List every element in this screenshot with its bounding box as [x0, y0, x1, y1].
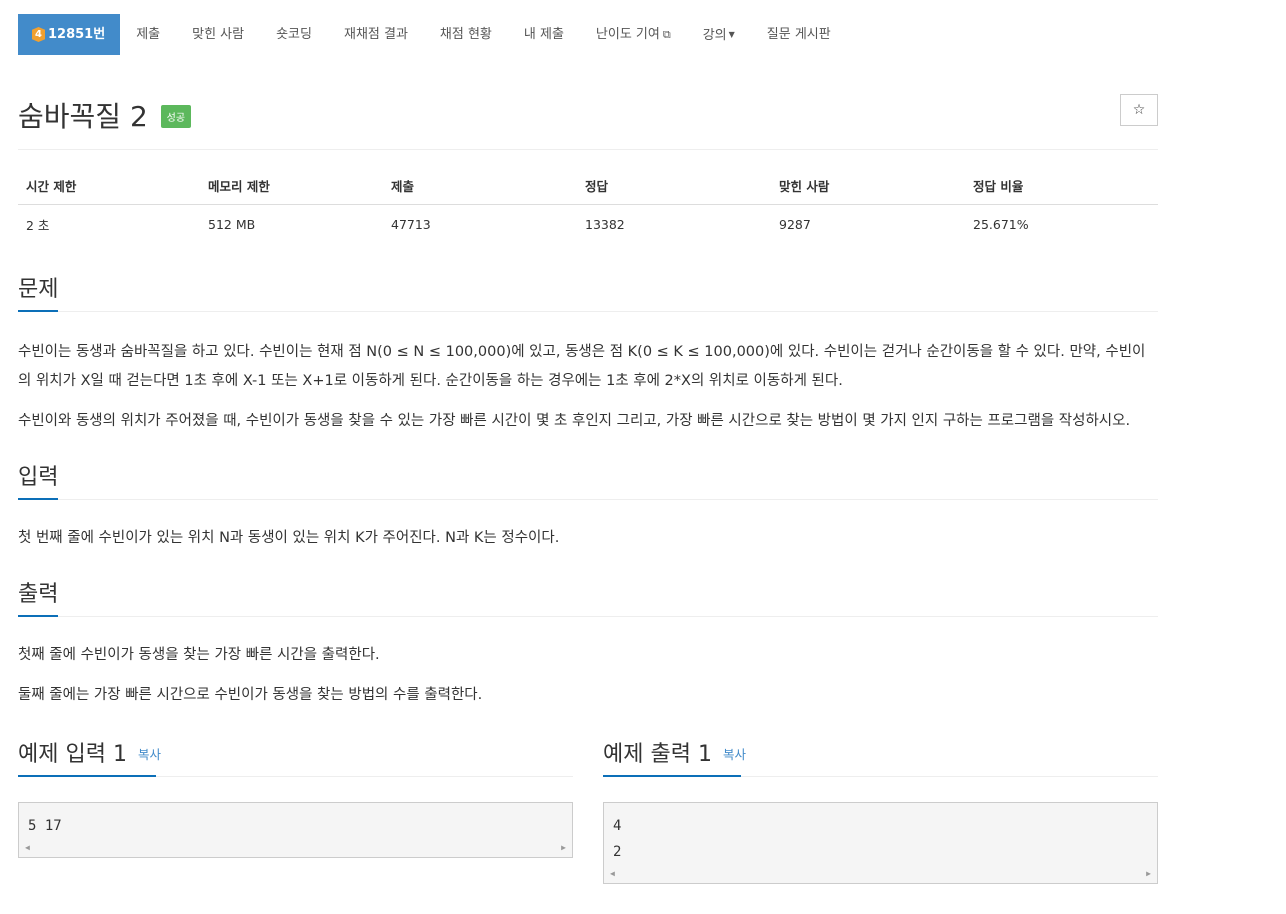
nav-short-coding[interactable]: 숏코딩 — [260, 14, 328, 55]
nav-solved-users[interactable]: 맞힌 사람 — [176, 14, 260, 55]
nav-difficulty-contribution[interactable]: 난이도 기여 ⧉ — [580, 14, 687, 55]
output-paragraph: 첫째 줄에 수빈이가 동생을 찾는 가장 빠른 시간을 출력한다. — [18, 647, 380, 663]
input-heading: 입력 — [18, 465, 59, 490]
sample-output-heading: 예제 출력 1 — [603, 742, 712, 767]
table-header-row: 시간 제한 메모리 제한 제출 정답 맞힌 사람 정답 비율 — [18, 176, 1158, 205]
sample-output-title: 예제 출력 1 복사 — [603, 736, 746, 768]
copy-sample-input-button[interactable]: 복사 — [138, 747, 161, 762]
nav-lectures-dropdown[interactable]: 강의 ▼ — [687, 14, 751, 56]
sample-input-title: 예제 입력 1 복사 — [18, 736, 161, 768]
nav-rejudge-result[interactable]: 재채점 결과 — [328, 14, 424, 55]
header-memory-limit: 메모리 제한 — [200, 176, 383, 205]
problem-menu: 4 12851번 제출 맞힌 사람 숏코딩 재채점 결과 채점 현황 내 제출 … — [18, 14, 1158, 55]
nav-problem-number[interactable]: 4 12851번 — [18, 14, 121, 55]
input-section-header: 입력 — [18, 459, 1158, 500]
sample-output-code[interactable]: 4 2 ◀ ▶ — [603, 802, 1158, 884]
problem-description: 수빈이는 동생과 숨바꼭질을 하고 있다. 수빈이는 현재 점 N(0 ≤ N … — [18, 338, 1158, 436]
caret-down-icon: ▼ — [728, 29, 735, 39]
section-underline — [18, 498, 58, 500]
input-description: 첫 번째 줄에 수빈이가 있는 위치 N과 동생이 있는 위치 K가 주어진다.… — [18, 524, 1158, 553]
problem-info-table: 시간 제한 메모리 제한 제출 정답 맞힌 사람 정답 비율 2 초 512 M… — [18, 176, 1158, 234]
value-submissions: 47713 — [391, 217, 431, 232]
value-solved-users: 9287 — [779, 217, 811, 232]
problem-section-header: 문제 — [18, 271, 1158, 312]
problem-heading: 문제 — [18, 277, 59, 302]
output-section-header: 출력 — [18, 576, 1158, 617]
output-description: 첫째 줄에 수빈이가 동생을 찾는 가장 빠른 시간을 출력한다. 둘째 줄에는… — [18, 641, 1158, 710]
title-row: 숨바꼭질 2 성공 ☆ — [18, 94, 1158, 150]
nav-judge-status[interactable]: 채점 현황 — [424, 14, 508, 55]
sample-output-header: 예제 출력 1 복사 — [603, 736, 1158, 777]
problem-title: 숨바꼭질 2 — [18, 100, 148, 133]
horizontal-scrollbar[interactable]: ◀ ▶ — [604, 865, 1157, 883]
table-row: 2 초 512 MB 47713 13382 9287 25.671% — [18, 205, 1158, 235]
sample-input-code[interactable]: 5 17 ◀ ▶ — [18, 802, 573, 858]
input-paragraph: 첫 번째 줄에 수빈이가 있는 위치 N과 동생이 있는 위치 K가 주어진다.… — [18, 530, 560, 546]
value-time-limit: 2 초 — [26, 218, 50, 233]
tier-badge-icon: 4 — [32, 27, 45, 42]
copy-sample-output-button[interactable]: 복사 — [723, 747, 746, 762]
nav-question-board[interactable]: 질문 게시판 — [751, 14, 847, 55]
value-accepted-ratio: 25.671% — [973, 217, 1029, 232]
value-accepted: 13382 — [585, 217, 625, 232]
problem-number-label: 12851번 — [48, 27, 106, 42]
problem-paragraph: 수빈이와 동생의 위치가 주어졌을 때, 수빈이가 동생을 찾을 수 있는 가장… — [18, 413, 1131, 429]
sample-output-line: 4 — [613, 818, 622, 834]
section-underline — [18, 775, 156, 777]
output-paragraph: 둘째 줄에는 가장 빠른 시간으로 수빈이가 동생을 찾는 방법의 수를 출력한… — [18, 687, 483, 703]
sample-input-line: 5 17 — [28, 818, 62, 834]
nav-difficulty-label: 난이도 기여 — [595, 27, 660, 42]
header-solved-users: 맞힌 사람 — [771, 176, 965, 205]
header-accepted-ratio: 정답 비율 — [965, 176, 1158, 205]
header-submissions: 제출 — [383, 176, 577, 205]
scroll-left-icon[interactable]: ◀ — [610, 869, 615, 878]
scroll-right-icon[interactable]: ▶ — [1146, 869, 1151, 878]
nav-lectures-label: 강의 — [702, 27, 727, 43]
sample-output-panel: 예제 출력 1 복사 4 2 ◀ ▶ — [603, 736, 1158, 884]
output-heading: 출력 — [18, 582, 59, 607]
nav-my-submissions[interactable]: 내 제출 — [508, 14, 580, 55]
page-title: 숨바꼭질 2 성공 — [18, 95, 192, 135]
value-memory-limit: 512 MB — [208, 217, 256, 232]
favorite-button[interactable]: ☆ — [1120, 94, 1158, 126]
sample-output-line: 2 — [613, 844, 622, 860]
external-link-icon: ⧉ — [662, 28, 671, 41]
header-time-limit: 시간 제한 — [18, 176, 200, 205]
scroll-left-icon[interactable]: ◀ — [25, 843, 30, 852]
horizontal-scrollbar[interactable]: ◀ ▶ — [19, 839, 572, 857]
section-underline — [18, 310, 58, 312]
problem-page: 4 12851번 제출 맞힌 사람 숏코딩 재채점 결과 채점 현황 내 제출 … — [18, 14, 1158, 884]
status-badge: 성공 — [160, 105, 192, 128]
samples-row: 예제 입력 1 복사 5 17 ◀ ▶ 예제 출력 1 복사 4 2 ◀ ▶ — [18, 736, 1158, 884]
sample-input-heading: 예제 입력 1 — [18, 742, 127, 767]
header-accepted: 정답 — [577, 176, 771, 205]
nav-submit[interactable]: 제출 — [120, 14, 176, 55]
scroll-right-icon[interactable]: ▶ — [561, 843, 566, 852]
sample-output-code-body: 4 2 — [604, 803, 1157, 865]
sample-input-header: 예제 입력 1 복사 — [18, 736, 573, 777]
section-underline — [18, 615, 58, 617]
sample-input-panel: 예제 입력 1 복사 5 17 ◀ ▶ — [18, 736, 573, 884]
section-underline — [603, 775, 741, 777]
problem-paragraph: 수빈이는 동생과 숨바꼭질을 하고 있다. 수빈이는 현재 점 N(0 ≤ N … — [18, 344, 1146, 389]
star-icon: ☆ — [1132, 102, 1146, 118]
